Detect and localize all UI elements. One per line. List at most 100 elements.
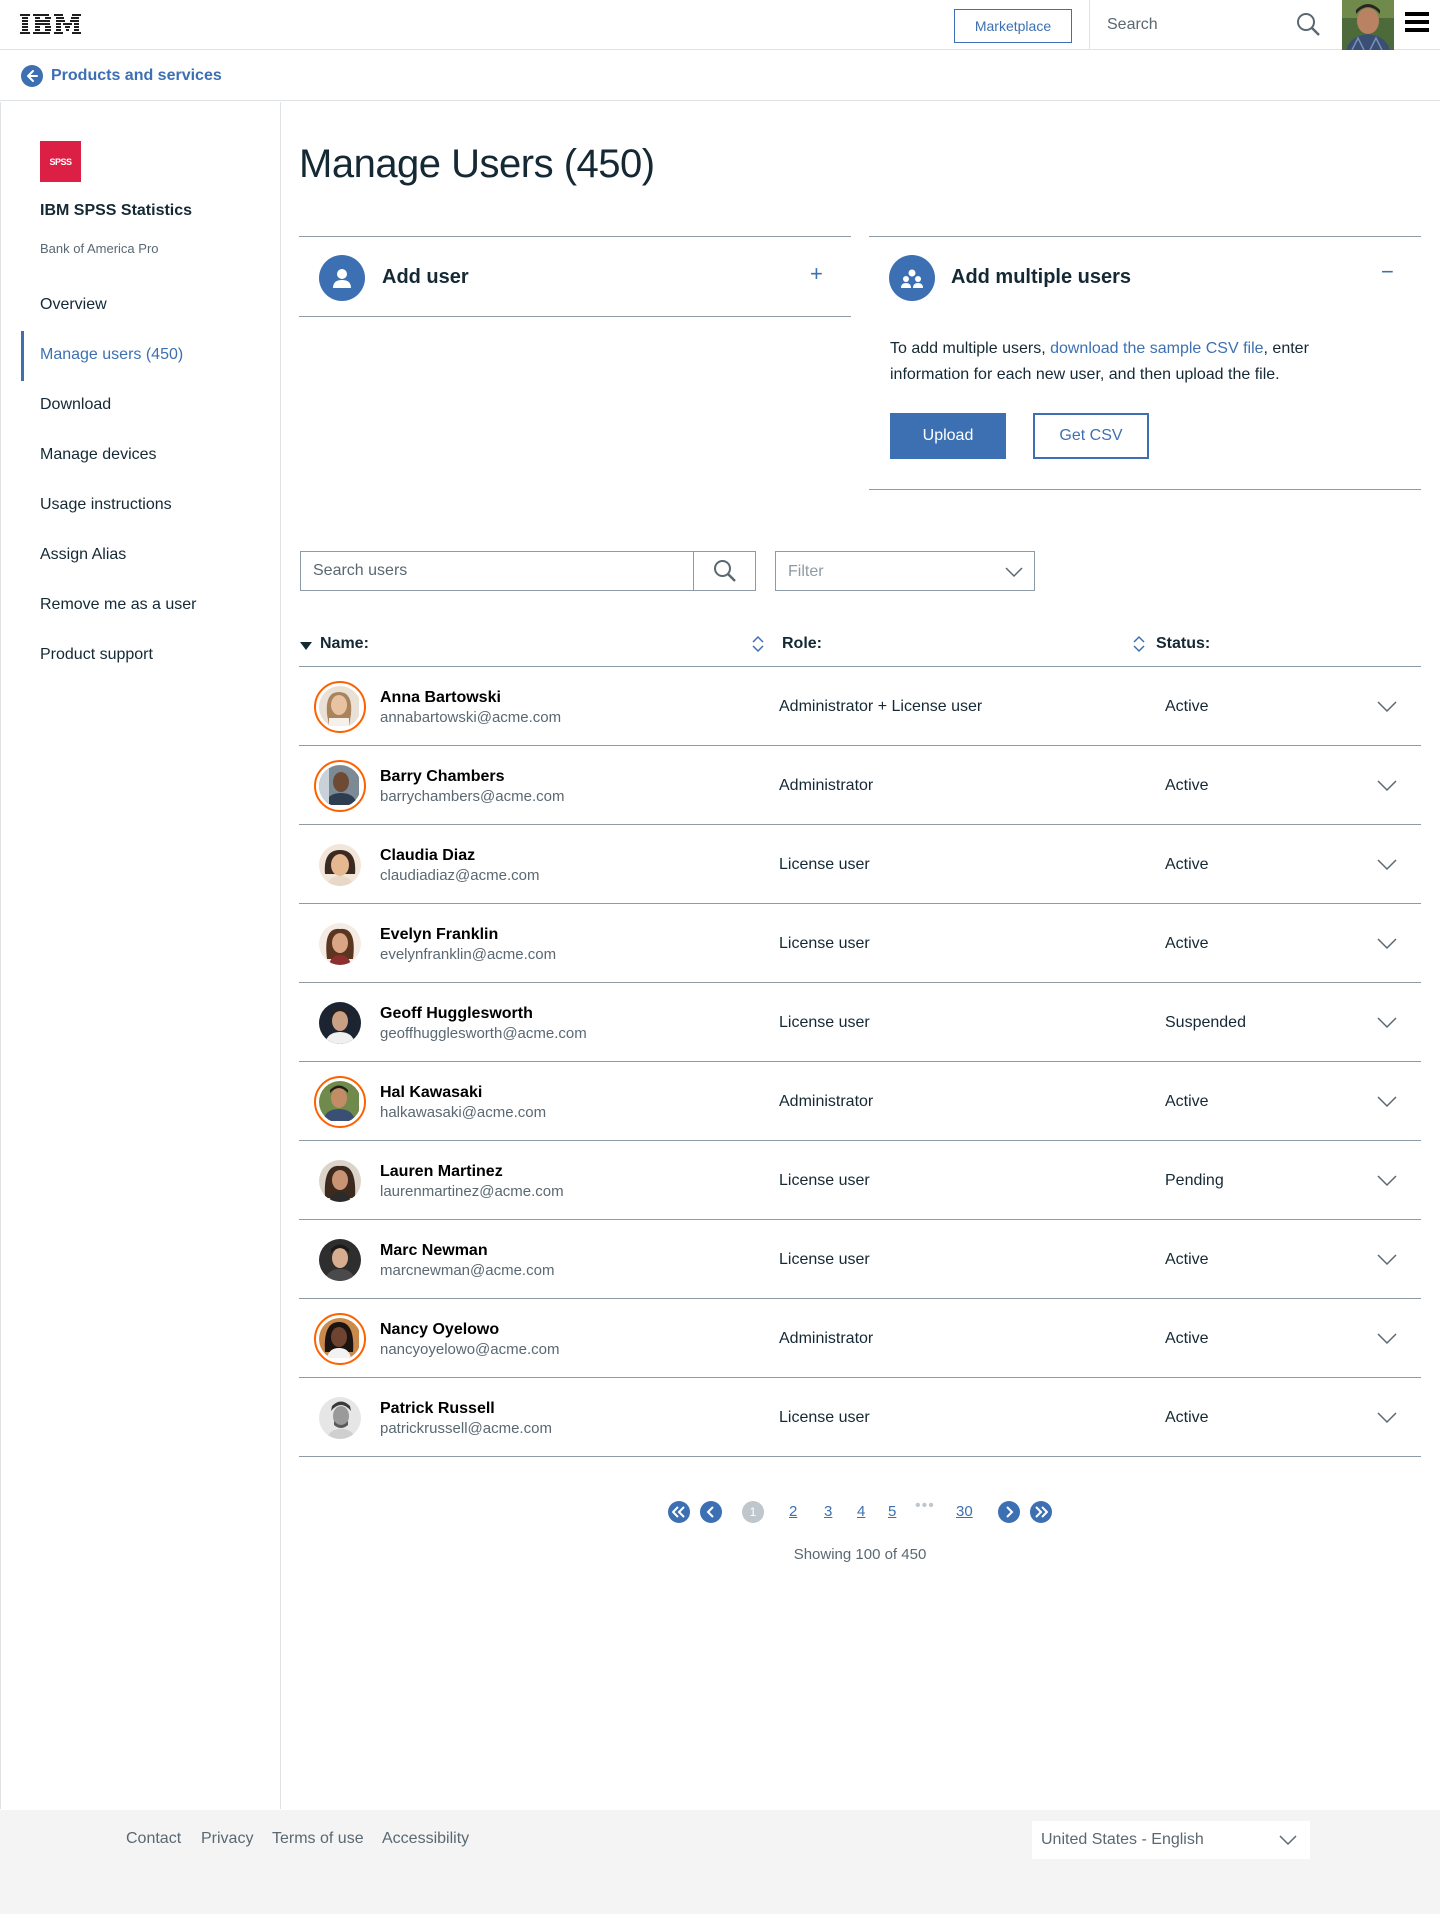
search-users-input[interactable] xyxy=(301,552,693,590)
last-page-icon[interactable] xyxy=(1030,1501,1052,1523)
avatar xyxy=(314,997,366,1049)
user-name: Evelyn Franklin xyxy=(380,926,499,943)
user-email: nancyoyelowo@acme.com xyxy=(380,1341,560,1358)
user-status: Active xyxy=(1165,856,1209,873)
masthead: Marketplace Search xyxy=(0,0,1440,50)
sidebar-item-manage-devices[interactable]: Manage devices xyxy=(40,446,157,464)
chevron-down-icon[interactable] xyxy=(1376,1169,1398,1191)
filter-dropdown[interactable]: Filter xyxy=(775,551,1035,591)
sidebar-item-overview[interactable]: Overview xyxy=(40,296,107,314)
footer-link-privacy[interactable]: Privacy xyxy=(201,1830,253,1848)
hamburger-menu-icon[interactable] xyxy=(1405,12,1429,36)
table-row[interactable]: Evelyn Franklin evelynfranklin@acme.com … xyxy=(299,904,1421,983)
sidebar-item-usage-instructions[interactable]: Usage instructions xyxy=(40,496,172,514)
upload-button[interactable]: Upload xyxy=(890,413,1006,459)
product-name: IBM SPSS Statistics xyxy=(40,202,193,219)
back-arrow-icon[interactable] xyxy=(21,65,43,87)
ibm-logo[interactable] xyxy=(20,13,84,37)
footer-link-accessibility[interactable]: Accessibility xyxy=(382,1830,469,1848)
product-account: Bank of America Pro xyxy=(40,241,159,256)
sort-icon[interactable] xyxy=(1131,634,1147,654)
breadcrumb-products-link[interactable]: Products and services xyxy=(51,67,222,85)
table-row[interactable]: Claudia Diaz claudiadiaz@acme.com Licens… xyxy=(299,825,1421,904)
language-select[interactable]: United States - English xyxy=(1032,1821,1310,1859)
user-role: Administrator + License user xyxy=(779,698,983,715)
user-email: halkawasaki@acme.com xyxy=(380,1104,547,1121)
user-role: Administrator xyxy=(779,1093,874,1110)
add-multiple-users-title[interactable]: Add multiple users xyxy=(951,266,1131,289)
first-page-icon[interactable] xyxy=(668,1501,690,1523)
page-link[interactable]: 3 xyxy=(824,1503,832,1520)
page-link[interactable]: 2 xyxy=(789,1503,797,1520)
chevron-down-icon[interactable] xyxy=(1376,932,1398,954)
column-header-status[interactable]: Status: xyxy=(1156,635,1210,653)
masthead-search-placeholder[interactable]: Search xyxy=(1107,16,1158,34)
chevron-down-icon[interactable] xyxy=(1376,853,1398,875)
user-name: Nancy Oyelowo xyxy=(380,1321,500,1338)
sort-descending-icon[interactable] xyxy=(299,641,313,651)
page-link[interactable]: 4 xyxy=(857,1503,865,1520)
table-row[interactable]: Patrick Russell patrickrussell@acme.com … xyxy=(299,1378,1421,1457)
spss-logo: SPSS xyxy=(40,141,81,182)
user-avatar[interactable] xyxy=(1342,0,1394,50)
column-header-role[interactable]: Role: xyxy=(782,635,822,653)
search-icon[interactable] xyxy=(1296,12,1322,38)
chevron-down-icon xyxy=(1279,1835,1297,1846)
add-multiple-panel-bottom-border xyxy=(869,489,1421,490)
add-user-expand-icon[interactable]: + xyxy=(810,263,823,285)
user-email: evelynfranklin@acme.com xyxy=(380,946,557,963)
download-sample-csv-link[interactable]: download the sample CSV file xyxy=(1050,340,1263,357)
avatar xyxy=(314,918,366,970)
footer-link-contact[interactable]: Contact xyxy=(126,1830,181,1848)
avatar xyxy=(314,760,366,812)
sidebar-item-download[interactable]: Download xyxy=(40,396,111,414)
user-icon xyxy=(319,255,365,301)
user-name: Claudia Diaz xyxy=(380,847,476,864)
user-status: Suspended xyxy=(1165,1014,1246,1031)
add-multiple-collapse-icon[interactable]: − xyxy=(1381,261,1394,283)
table-row[interactable]: Hal Kawasaki halkawasaki@acme.com Admini… xyxy=(299,1062,1421,1141)
sort-icon[interactable] xyxy=(750,634,766,654)
table-row[interactable]: Nancy Oyelowo nancyoyelowo@acme.com Admi… xyxy=(299,1299,1421,1378)
user-role: License user xyxy=(779,1251,870,1268)
user-status: Active xyxy=(1165,698,1209,715)
page-link-last[interactable]: 30 xyxy=(956,1503,973,1520)
add-user-panel-top-border xyxy=(299,236,851,237)
avatar xyxy=(314,1313,366,1365)
column-header-name[interactable]: Name: xyxy=(320,635,369,653)
user-status: Active xyxy=(1165,777,1209,794)
chevron-down-icon[interactable] xyxy=(1376,1248,1398,1270)
page-link[interactable]: 5 xyxy=(888,1503,896,1520)
table-row[interactable]: Geoff Hugglesworth geoffhugglesworth@acm… xyxy=(299,983,1421,1062)
next-page-icon[interactable] xyxy=(998,1501,1020,1523)
sidebar-item-product-support[interactable]: Product support xyxy=(40,646,153,664)
table-row[interactable]: Lauren Martinez laurenmartinez@acme.com … xyxy=(299,1141,1421,1220)
group-icon xyxy=(889,255,935,301)
table-row[interactable]: Barry Chambers barrychambers@acme.com Ad… xyxy=(299,746,1421,825)
chevron-down-icon[interactable] xyxy=(1376,1090,1398,1112)
user-status: Active xyxy=(1165,1251,1209,1268)
get-csv-button[interactable]: Get CSV xyxy=(1033,413,1149,459)
previous-page-icon[interactable] xyxy=(700,1501,722,1523)
table-row[interactable]: Anna Bartowski annabartowski@acme.com Ad… xyxy=(299,667,1421,746)
footer-link-terms[interactable]: Terms of use xyxy=(272,1830,364,1848)
user-status: Active xyxy=(1165,1093,1209,1110)
sidebar-item-assign-alias[interactable]: Assign Alias xyxy=(40,546,126,564)
table-row[interactable]: Marc Newman marcnewman@acme.com License … xyxy=(299,1220,1421,1299)
chevron-down-icon[interactable] xyxy=(1376,695,1398,717)
chevron-down-icon[interactable] xyxy=(1376,1327,1398,1349)
user-status: Active xyxy=(1165,935,1209,952)
search-users-button[interactable] xyxy=(693,552,755,590)
chevron-down-icon[interactable] xyxy=(1376,774,1398,796)
marketplace-button[interactable]: Marketplace xyxy=(954,9,1072,43)
user-name: Lauren Martinez xyxy=(380,1163,503,1180)
chevron-down-icon[interactable] xyxy=(1376,1406,1398,1428)
chevron-down-icon[interactable] xyxy=(1376,1011,1398,1033)
add-user-title[interactable]: Add user xyxy=(382,266,469,289)
sidebar-item-remove-me[interactable]: Remove me as a user xyxy=(40,596,197,614)
user-email: patrickrussell@acme.com xyxy=(380,1420,552,1437)
avatar xyxy=(314,1155,366,1207)
showing-count: Showing 100 of 450 xyxy=(793,1546,927,1563)
sidebar-item-manage-users[interactable]: Manage users (450) xyxy=(40,346,183,364)
user-email: barrychambers@acme.com xyxy=(380,788,565,805)
